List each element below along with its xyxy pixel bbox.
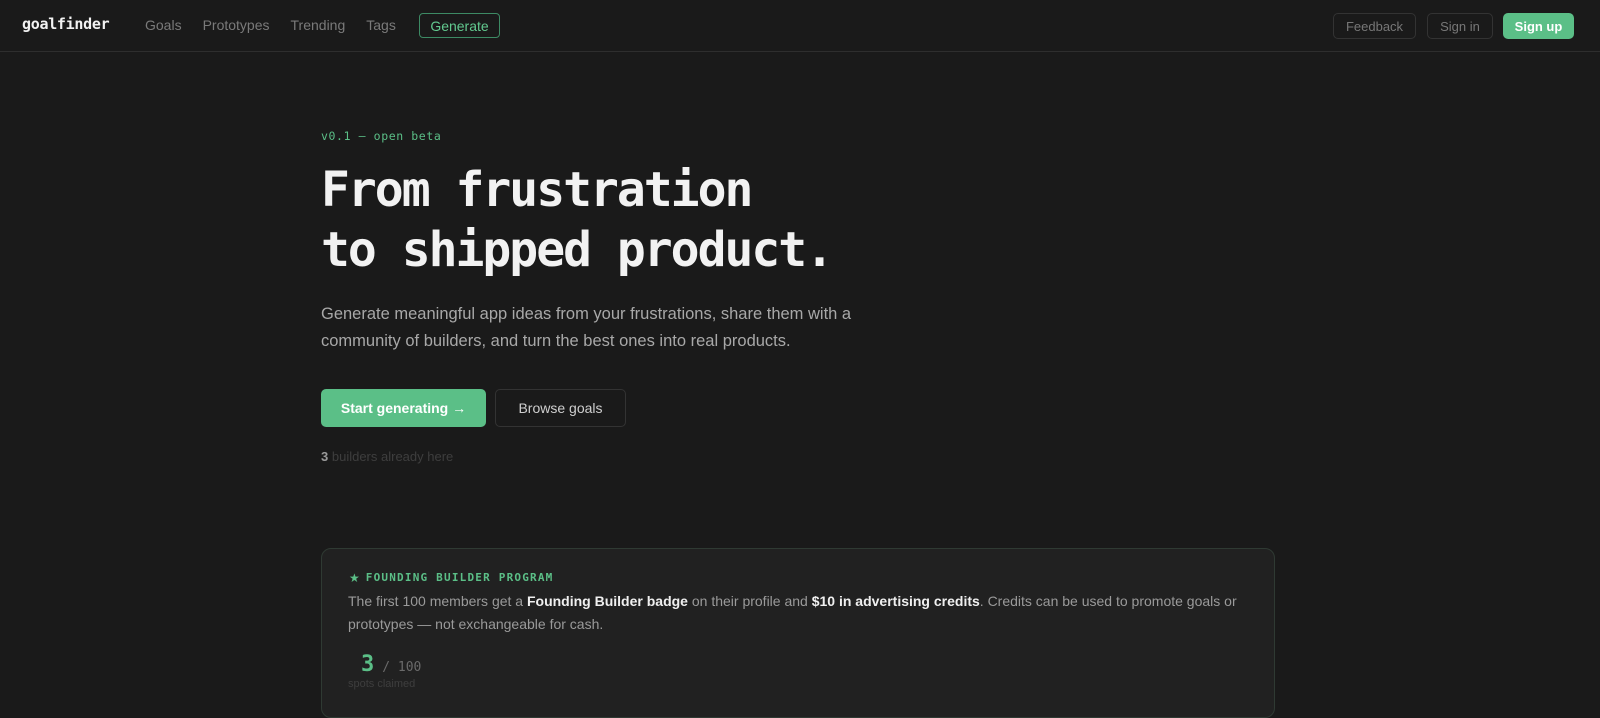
program-description: The first 100 members get a Founding Bui… xyxy=(348,590,1248,635)
sign-up-button[interactable]: Sign up xyxy=(1503,13,1574,39)
star-icon: ★ xyxy=(349,570,360,585)
feedback-button[interactable]: Feedback xyxy=(1333,13,1416,39)
nav-link-goals[interactable]: Goals xyxy=(145,17,182,33)
spots-total: / 100 xyxy=(382,660,422,675)
start-generating-button[interactable]: Start generating → xyxy=(321,389,486,427)
hero-headline: From frustration to shipped product. xyxy=(321,160,1221,280)
nav-generate-button[interactable]: Generate xyxy=(419,13,500,38)
browse-goals-button[interactable]: Browse goals xyxy=(495,389,626,427)
program-title: FOUNDING BUILDER PROGRAM xyxy=(365,571,554,584)
spots-label: spots claimed xyxy=(348,678,416,690)
top-navbar: goalfinder Goals Prototypes Trending Tag… xyxy=(0,0,1600,52)
program-desc-part-2: on their profile and xyxy=(687,593,812,609)
nav-link-tags[interactable]: Tags xyxy=(366,17,396,33)
headline-line-2: to shipped product. xyxy=(321,222,834,278)
founding-builder-card: ★ FOUNDING BUILDER PROGRAM The first 100… xyxy=(321,548,1275,718)
brand-logo[interactable]: goalfinder xyxy=(22,15,110,33)
builders-label: builders already here xyxy=(331,449,454,464)
spots-claimed-count: 3 xyxy=(361,652,375,677)
headline-line-1: From frustration xyxy=(321,162,753,218)
sign-in-button[interactable]: Sign in xyxy=(1427,13,1493,39)
builders-count-text: 3 builders already here xyxy=(321,449,453,464)
program-desc-bold-credits: $10 in advertising credits xyxy=(811,593,980,609)
hero-subtitle: Generate meaningful app ideas from your … xyxy=(321,305,852,350)
builders-count: 3 xyxy=(321,449,329,464)
program-desc-part-1: The first 100 members get a xyxy=(348,593,527,609)
nav-link-prototypes[interactable]: Prototypes xyxy=(203,17,270,33)
program-header: ★ FOUNDING BUILDER PROGRAM xyxy=(349,571,554,584)
version-label: v0.1 — open beta xyxy=(321,129,442,143)
nav-link-trending[interactable]: Trending xyxy=(291,17,346,33)
spots-counter: 3 / 100 xyxy=(348,652,421,677)
nav-links: Goals Prototypes Trending Tags xyxy=(145,17,417,33)
program-desc-bold-badge: Founding Builder badge xyxy=(526,593,688,609)
